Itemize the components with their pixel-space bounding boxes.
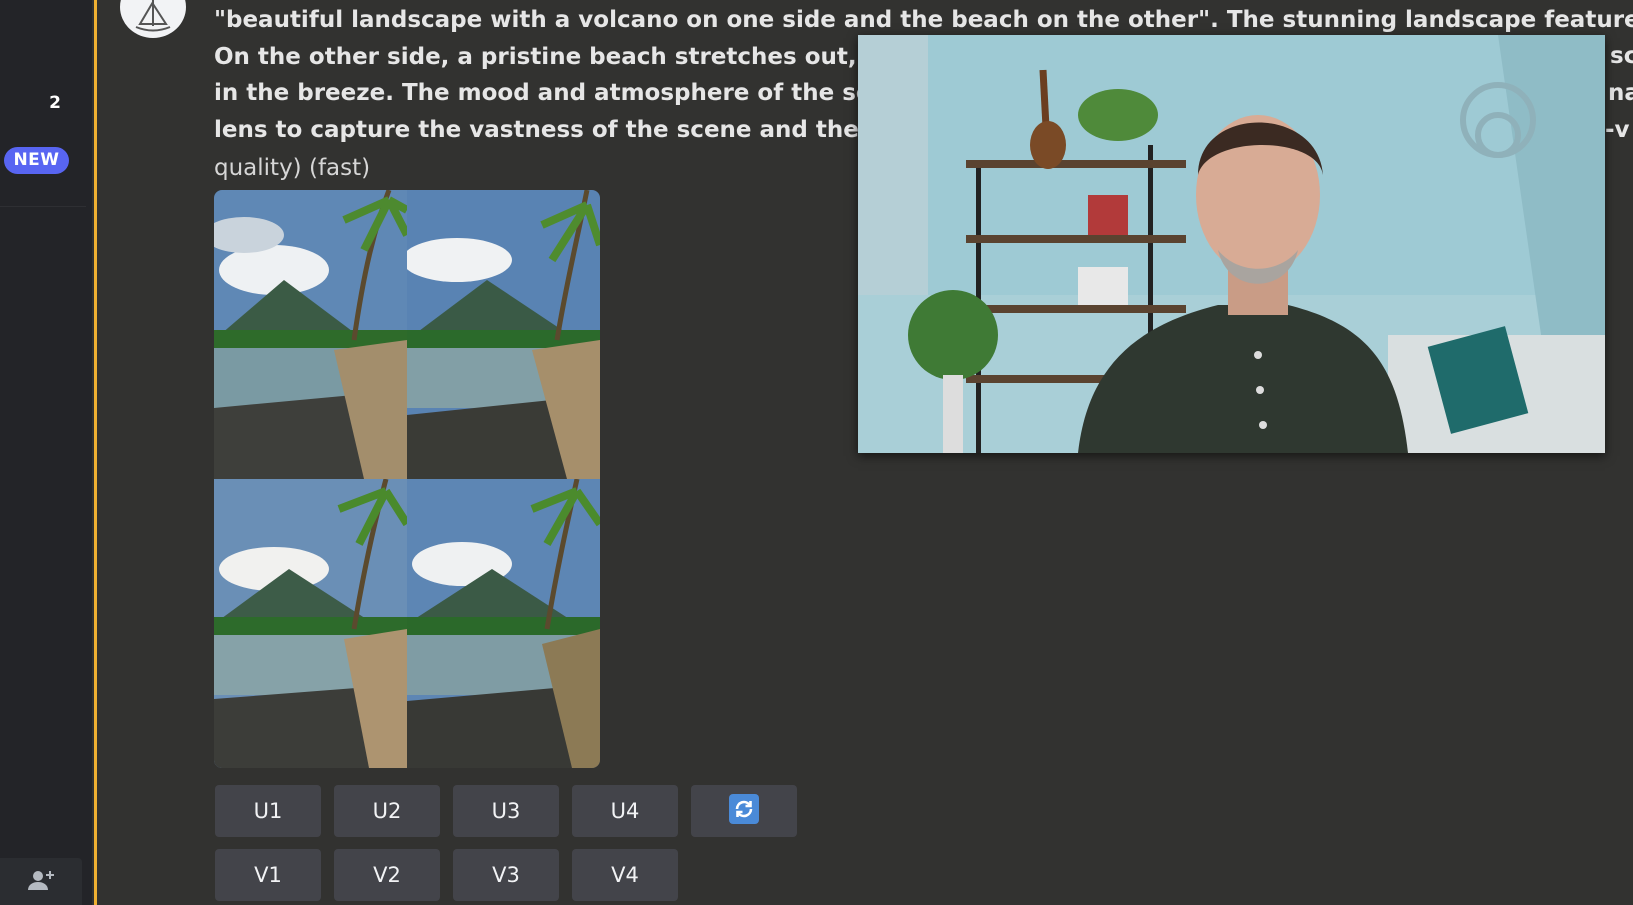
refresh-icon bbox=[728, 793, 760, 830]
grid-image-3[interactable] bbox=[214, 479, 407, 768]
sidebar-divider bbox=[0, 206, 86, 207]
grid-image-2[interactable] bbox=[407, 190, 600, 479]
upscale-button-4[interactable]: U4 bbox=[572, 785, 678, 837]
prompt-fragment: na bbox=[1608, 80, 1633, 106]
add-member-button[interactable] bbox=[0, 858, 82, 905]
mention-highlight-bar bbox=[94, 0, 97, 905]
new-badge[interactable]: NEW bbox=[4, 147, 69, 174]
add-member-icon bbox=[27, 869, 55, 895]
grid-image-4[interactable] bbox=[407, 479, 600, 768]
upscale-button-2[interactable]: U2 bbox=[334, 785, 440, 837]
prompt-fragment: sc bbox=[1610, 43, 1633, 69]
variation-button-1[interactable]: V1 bbox=[215, 849, 321, 901]
unread-count: 2 bbox=[49, 93, 61, 113]
prompt-fragment: -v ! bbox=[1605, 117, 1633, 143]
bot-avatar[interactable] bbox=[120, 0, 186, 38]
grid-image-1[interactable] bbox=[214, 190, 407, 479]
variation-button-3[interactable]: V3 bbox=[453, 849, 559, 901]
prompt-line: "beautiful landscape with a volcano on o… bbox=[214, 7, 1633, 33]
sailboat-icon bbox=[130, 0, 176, 38]
webcam-overlay bbox=[858, 35, 1605, 453]
prompt-tail: quality) (fast) bbox=[214, 155, 371, 181]
variation-button-2[interactable]: V2 bbox=[334, 849, 440, 901]
reroll-button[interactable] bbox=[691, 785, 797, 837]
upscale-button-3[interactable]: U3 bbox=[453, 785, 559, 837]
upscale-button-1[interactable]: U1 bbox=[215, 785, 321, 837]
server-sidebar: 2 NEW bbox=[0, 0, 92, 905]
variation-button-4[interactable]: V4 bbox=[572, 849, 678, 901]
image-grid[interactable] bbox=[214, 190, 600, 768]
